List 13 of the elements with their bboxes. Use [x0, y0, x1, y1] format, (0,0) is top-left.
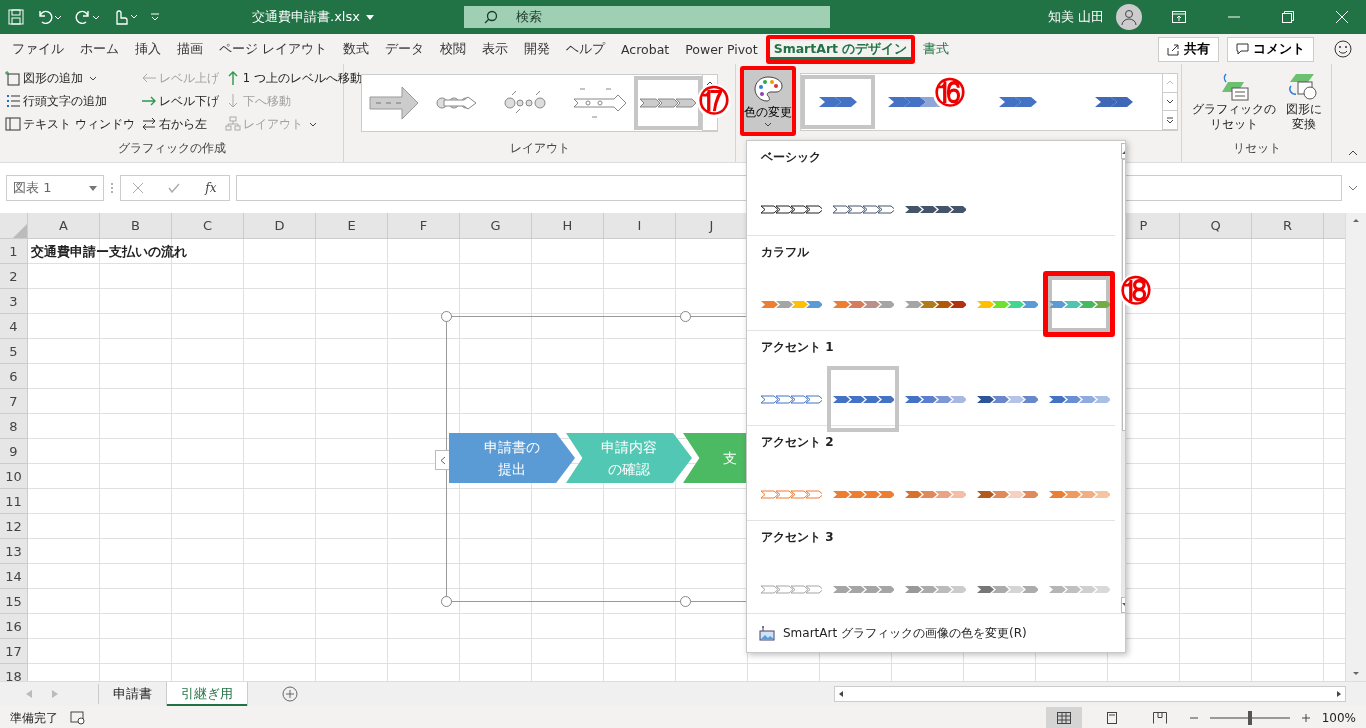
- section-title: アクセント 1: [761, 339, 835, 356]
- section-title: ベーシック: [761, 149, 822, 166]
- step-number: ⑱: [1119, 274, 1153, 308]
- group-label: リセット: [1231, 140, 1282, 157]
- cell-text: 交通費申請ー支払いの流れ: [31, 243, 187, 261]
- section-title: アクセント 2: [761, 434, 835, 451]
- section-title: カラフル: [761, 244, 810, 261]
- status-text: 準備完了: [10, 709, 58, 727]
- section-title: アクセント 3: [761, 529, 835, 546]
- group-label: レイアウト: [509, 140, 570, 157]
- group-label: グラフィックの作成: [116, 140, 227, 157]
- user-name: 知美 山田: [1047, 8, 1104, 26]
- file-name: 交通費申請書.xlsx: [252, 8, 360, 26]
